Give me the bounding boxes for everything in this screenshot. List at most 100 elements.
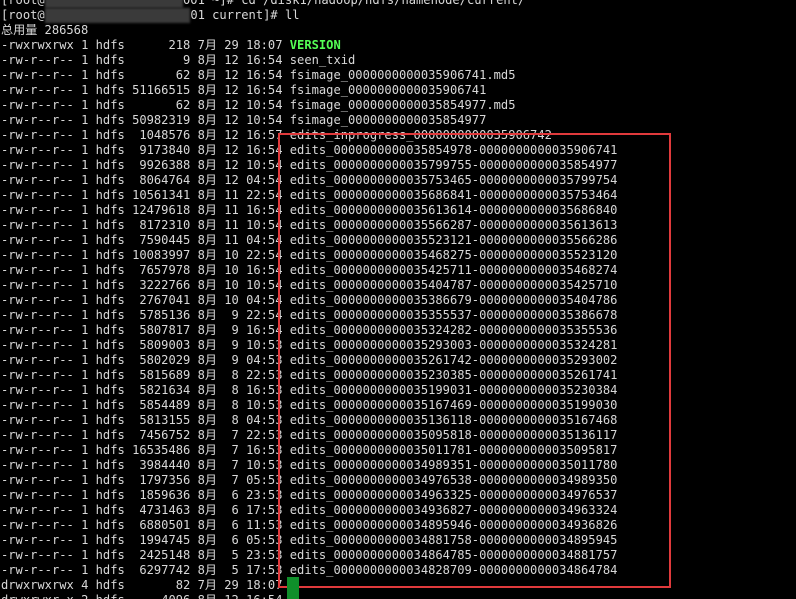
row-name: edits_0000000000034936827-00000000000349… (289, 503, 618, 517)
spacing (88, 443, 95, 457)
spacing (125, 128, 132, 142)
spacing (283, 413, 290, 427)
spacing (190, 338, 197, 352)
listing-row: -rw-r--r-- 1 hdfs 5815689 8月 8 22:53 edi… (1, 368, 617, 383)
spacing (224, 443, 231, 457)
listing-row: -rw-r--r-- 1 hdfs 62 8月 12 16:54 fsimage… (1, 68, 617, 83)
row-name: edits_0000000000034895946-00000000000349… (289, 518, 618, 532)
spacing (74, 308, 81, 322)
listing-row: -rw-r--r-- 1 hdfs 1048576 8月 12 16:57 ed… (1, 128, 617, 143)
row-perms: -rw-r--r-- (1, 128, 74, 142)
spacing (74, 533, 81, 547)
spacing (74, 578, 81, 592)
spacing (125, 143, 132, 157)
spacing (283, 563, 290, 577)
row-day: 10 (224, 263, 239, 277)
row-name: edits_0000000000035854978-00000000000359… (289, 143, 618, 157)
spacing (283, 353, 290, 367)
spacing (239, 428, 246, 442)
row-month: 8月 (197, 443, 217, 457)
listing-row: -rw-r--r-- 1 hdfs 5809003 8月 9 10:53 edi… (1, 338, 617, 353)
spacing (283, 218, 290, 232)
spacing (125, 188, 132, 202)
spacing (224, 533, 231, 547)
row-owner: hdfs (95, 158, 125, 172)
row-size: 6297742 (139, 563, 191, 577)
row-size: 4096 (161, 593, 190, 599)
spacing (190, 38, 197, 52)
spacing (224, 308, 231, 322)
row-perms: -rw-r--r-- (1, 113, 74, 127)
row-perms: drwxrwxr-x (1, 593, 74, 599)
spacing (224, 548, 231, 562)
spacing (88, 248, 95, 262)
spacing (283, 38, 290, 52)
row-time: 16:54 (246, 593, 282, 599)
listing-row: -rw-r--r-- 1 hdfs 5813155 8月 8 04:53 edi… (1, 413, 617, 428)
spacing (74, 563, 81, 577)
row-size: 82 (175, 578, 191, 592)
row-name: edits_0000000000034976538-00000000000349… (289, 473, 618, 487)
spacing (132, 38, 168, 52)
row-day: 10 (224, 293, 239, 307)
spacing (190, 83, 197, 97)
spacing (125, 83, 132, 97)
row-month: 8月 (198, 593, 217, 599)
spacing (125, 548, 132, 562)
spacing (125, 158, 132, 172)
spacing (283, 533, 290, 547)
row-owner: hdfs (95, 398, 125, 412)
row-name: edits_0000000000035011781-00000000000350… (289, 443, 618, 457)
spacing (88, 368, 95, 382)
row-size: 6880501 (139, 518, 191, 532)
row-month: 7月 (197, 578, 217, 592)
spacing (74, 188, 81, 202)
spacing (224, 338, 231, 352)
row-perms: -rw-r--r-- (1, 143, 74, 157)
row-perms: -rw-r--r-- (1, 383, 74, 397)
spacing (190, 473, 197, 487)
row-name: edits_0000000000035355537-00000000000353… (289, 308, 618, 322)
row-size: 218 (168, 38, 191, 52)
row-owner: hdfs (95, 83, 125, 97)
spacing (88, 173, 95, 187)
prompt-prefix: [root@ (1, 8, 45, 22)
row-size: 5854489 (139, 398, 191, 412)
row-name: edits_0000000000035404787-00000000000354… (289, 278, 618, 292)
row-size: 62 (175, 98, 191, 112)
row-name: edits_0000000000035523121-00000000000355… (289, 233, 618, 247)
spacing (125, 488, 132, 502)
row-name: edits_0000000000035753465-00000000000357… (289, 173, 618, 187)
terminal-window[interactable]: [root@ret4a59-node-manage001 ~]# cd /dis… (0, 0, 796, 599)
row-name: edits_0000000000035167469-00000000000351… (289, 398, 618, 412)
row-day: 11 (224, 203, 239, 217)
row-name: edits_inprogress_0000000000035906742 (289, 128, 552, 142)
spacing (283, 203, 290, 217)
row-day: 8 (231, 413, 239, 427)
row-day: 9 (231, 308, 239, 322)
row-month: 8月 (197, 218, 217, 232)
spacing (283, 233, 290, 247)
row-name: edits_0000000000035686841-00000000000357… (289, 188, 618, 202)
row-name: edits_0000000000035293003-00000000000353… (289, 338, 618, 352)
spacing (74, 53, 81, 67)
spacing (125, 233, 132, 247)
spacing (74, 263, 81, 277)
listing-row: -rw-r--r-- 1 hdfs 9 8月 12 16:54 seen_txi… (1, 53, 617, 68)
row-name: edits_0000000000035386679-00000000000354… (289, 293, 618, 307)
spacing (190, 368, 197, 382)
spacing (88, 323, 95, 337)
spacing (74, 143, 81, 157)
spacing (239, 278, 246, 292)
spacing (283, 338, 290, 352)
row-size: 5821634 (139, 383, 191, 397)
spacing (190, 428, 197, 442)
spacing (74, 503, 81, 517)
spacing (190, 443, 197, 457)
row-name: edits_0000000000035799755-00000000000358… (289, 158, 618, 172)
row-owner: hdfs (95, 113, 125, 127)
row-perms: -rw-r--r-- (1, 563, 74, 577)
row-time: 10:54 (246, 98, 283, 112)
spacing (125, 338, 132, 352)
row-month: 8月 (197, 188, 217, 202)
